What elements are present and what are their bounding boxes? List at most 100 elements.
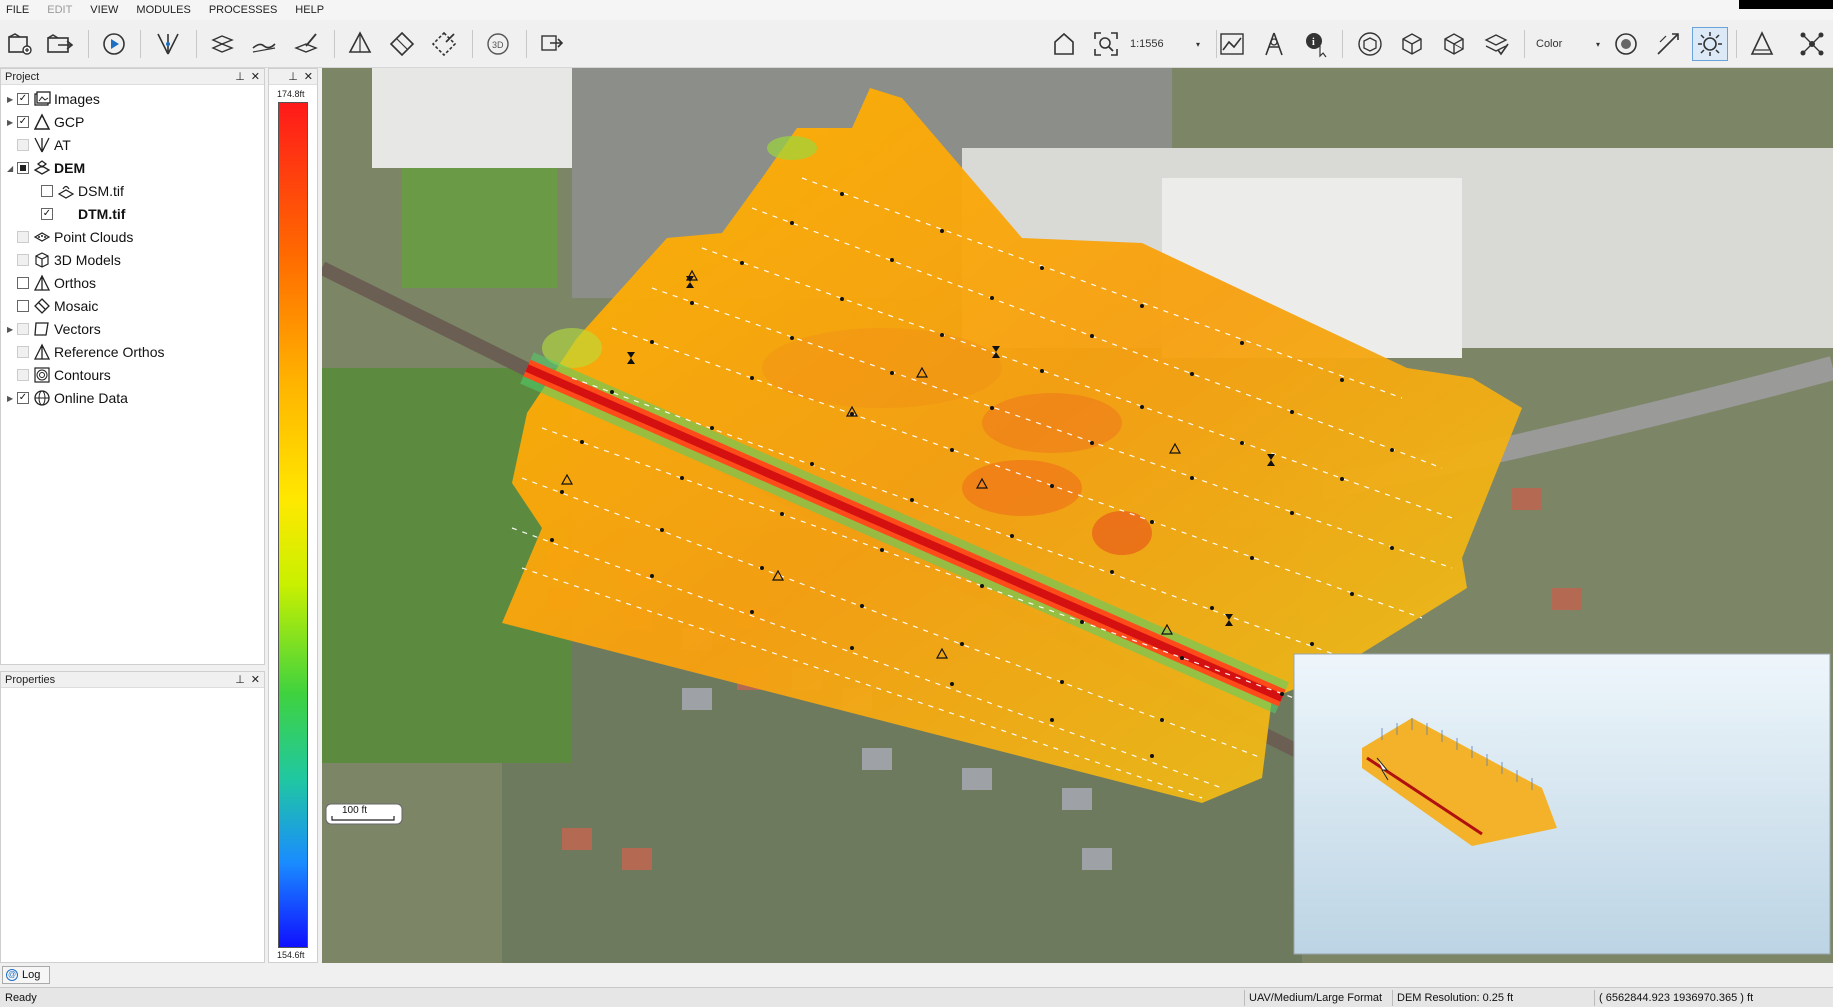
new-project-icon[interactable] [2, 27, 38, 61]
log-tab[interactable]: @ Log [2, 966, 50, 984]
identify-info-icon[interactable]: i [1298, 27, 1334, 61]
checkbox-point-clouds[interactable] [17, 231, 29, 243]
generate-surface-icon[interactable] [246, 27, 282, 61]
color-mode-dropdown[interactable]: Color ▾ [1532, 33, 1604, 55]
tree-item-gcp[interactable]: ▶ ✓ GCP [7, 112, 84, 132]
view-side-icon[interactable] [1436, 27, 1472, 61]
log-tab-label: Log [22, 969, 41, 981]
map-canvas[interactable] [322, 68, 1833, 963]
pin-icon[interactable]: ⊥ [235, 673, 245, 686]
contours-icon [34, 367, 50, 383]
elevation-max-label: 174.8ft [277, 89, 305, 99]
pin-icon[interactable]: ⊥ [288, 70, 298, 83]
scale-value: 1:1556 [1130, 38, 1164, 50]
map-view[interactable]: 100 ft [322, 68, 1833, 963]
aerial-triangulation-icon[interactable] [150, 27, 186, 61]
tree-label: Vectors [54, 321, 101, 337]
zoom-extent-icon[interactable] [1088, 27, 1124, 61]
cube-icon [35, 252, 49, 268]
expand-arrow-icon[interactable]: ▶ [7, 325, 17, 334]
tree-item-point-clouds[interactable]: Point Clouds [7, 227, 133, 247]
checkbox-gcp[interactable]: ✓ [17, 116, 29, 128]
collapse-arrow-icon[interactable]: ◢ [7, 164, 17, 173]
light-direction-icon[interactable] [1650, 27, 1686, 61]
checkbox-reference-orthos[interactable] [17, 346, 29, 358]
status-ready: Ready [5, 991, 37, 1004]
generate-dem-icon[interactable] [204, 27, 240, 61]
tree-item-dtm[interactable]: ✓ DTM.tif [41, 204, 125, 224]
checkbox-dtm[interactable]: ✓ [41, 208, 53, 220]
measure-3d-icon[interactable] [1256, 27, 1292, 61]
scale-dropdown[interactable]: 1:1556 ▾ [1126, 33, 1204, 55]
checkbox-orthos[interactable] [17, 277, 29, 289]
properties-panel-header: Properties ⊥ ✕ [1, 672, 264, 688]
tree-label: Contours [54, 367, 111, 383]
layer-visibility-icon[interactable] [1478, 27, 1514, 61]
view-top-icon[interactable] [1394, 27, 1430, 61]
edit-dem-icon[interactable] [288, 27, 324, 61]
checkbox-images[interactable]: ✓ [17, 93, 29, 105]
run-process-icon[interactable] [96, 27, 132, 61]
network-icon[interactable] [1794, 27, 1830, 61]
checkbox-mosaic[interactable] [17, 300, 29, 312]
export-icon[interactable] [534, 27, 570, 61]
close-icon[interactable]: ✕ [251, 70, 260, 83]
point-cloud-icon [33, 232, 51, 242]
tree-item-contours[interactable]: Contours [7, 365, 111, 385]
generate-mosaic-icon[interactable] [384, 27, 420, 61]
properties-panel: Properties ⊥ ✕ [0, 671, 265, 963]
mosaic-icon [34, 298, 50, 314]
sun-shade-icon[interactable] [1692, 27, 1728, 61]
tree-item-orthos[interactable]: Orthos [7, 273, 96, 293]
tree-label: 3D Models [54, 252, 121, 268]
tree-item-images[interactable]: ▶ ✓ Images [7, 89, 100, 109]
tree-item-mosaic[interactable]: Mosaic [7, 296, 98, 316]
menu-modules[interactable]: MODULES [136, 4, 190, 16]
tree-label: AT [54, 137, 71, 153]
generate-ortho-icon[interactable] [342, 27, 378, 61]
expand-arrow-icon[interactable]: ▶ [7, 118, 17, 127]
at-rays-icon [34, 137, 50, 153]
menu-view[interactable]: VIEW [90, 4, 118, 16]
tree-item-vectors[interactable]: ▶ Vectors [7, 319, 101, 339]
tree-item-3d-models[interactable]: 3D Models [7, 250, 121, 270]
checkbox-contours[interactable] [17, 369, 29, 381]
close-icon[interactable]: ✕ [304, 70, 313, 83]
tree-item-dsm[interactable]: DSM.tif [41, 181, 124, 201]
menu-processes[interactable]: PROCESSES [209, 4, 277, 16]
close-icon[interactable]: ✕ [251, 673, 260, 686]
open-project-icon[interactable] [42, 27, 78, 61]
checkbox-vectors[interactable] [17, 323, 29, 335]
3d-view-icon[interactable]: 3D [480, 27, 516, 61]
seamline-edit-icon[interactable] [426, 27, 462, 61]
view-perspective-icon[interactable] [1352, 27, 1388, 61]
3d-preview-inset[interactable] [1293, 653, 1831, 955]
color-wheel-icon[interactable] [1608, 27, 1644, 61]
checkbox-3d-models[interactable] [17, 254, 29, 266]
tree-label: DSM.tif [78, 183, 124, 199]
checkbox-at[interactable] [17, 139, 29, 151]
tree-label: DTM.tif [78, 206, 126, 222]
menu-edit[interactable]: EDIT [47, 4, 72, 16]
status-dem-resolution: DEM Resolution: 0.25 ft [1392, 990, 1513, 1006]
tree-item-dem[interactable]: ◢ DEM [7, 158, 85, 178]
home-view-icon[interactable] [1046, 27, 1082, 61]
checkbox-dsm[interactable] [41, 185, 53, 197]
tree-item-online-data[interactable]: ▶ ✓ Online Data [7, 388, 128, 408]
tree-label: Reference Orthos [54, 344, 165, 360]
expand-arrow-icon[interactable]: ▶ [7, 394, 17, 403]
grass-field [402, 168, 557, 288]
menu-file[interactable]: FILE [6, 4, 29, 16]
profile-chart-icon[interactable] [1214, 27, 1250, 61]
expand-arrow-icon[interactable]: ▶ [7, 95, 17, 104]
elevation-legend-panel: ⊥ ✕ 174.8ft 154.6ft [268, 68, 318, 963]
log-icon: @ [6, 969, 18, 981]
terrain-icon[interactable] [1744, 27, 1780, 61]
tree-item-reference-orthos[interactable]: Reference Orthos [7, 342, 165, 362]
tree-label: Online Data [54, 390, 128, 406]
checkbox-dem[interactable] [17, 162, 29, 174]
menu-help[interactable]: HELP [295, 4, 324, 16]
checkbox-online-data[interactable]: ✓ [17, 392, 29, 404]
pin-icon[interactable]: ⊥ [235, 70, 245, 83]
tree-item-at[interactable]: AT [7, 135, 71, 155]
